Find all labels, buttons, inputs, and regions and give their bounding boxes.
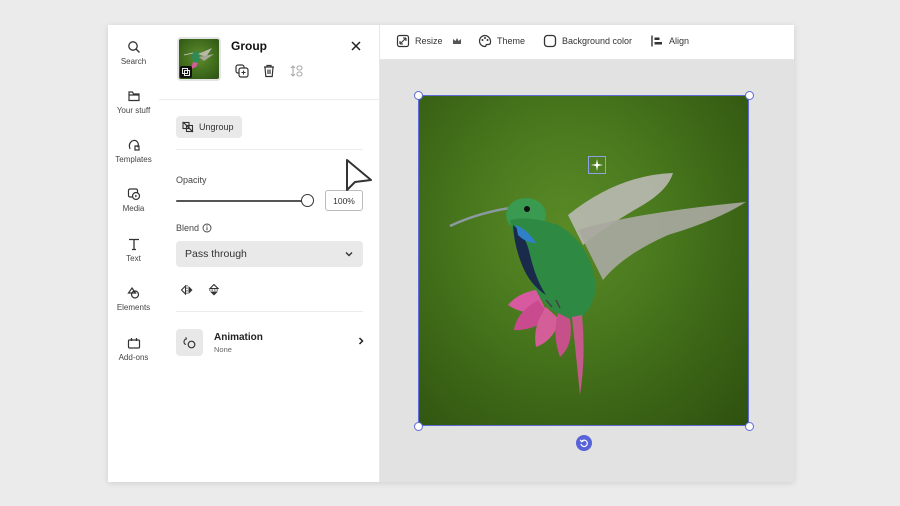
resize-handle-top-left[interactable] <box>414 91 423 100</box>
blend-label-row: Blend <box>176 223 212 233</box>
animation-value: None <box>214 345 232 354</box>
divider <box>176 311 363 312</box>
divider <box>176 149 363 150</box>
theme-label: Theme <box>497 36 526 46</box>
background-color-button[interactable]: Background color <box>543 34 632 48</box>
opacity-input[interactable]: 100% <box>325 190 363 211</box>
chevron-right-icon[interactable] <box>356 336 366 346</box>
rail-label: Media <box>122 204 145 213</box>
blend-mode-value: Pass through <box>185 248 247 260</box>
opacity-label: Opacity <box>176 175 207 185</box>
left-rail: Search Your stuff Templates Media Text E… <box>108 25 160 482</box>
layer-order-icon[interactable] <box>289 63 305 79</box>
animation-tile[interactable] <box>176 329 203 356</box>
flip-vertical-icon[interactable] <box>207 283 221 297</box>
theme-button[interactable]: Theme <box>478 34 525 48</box>
addons-icon <box>127 338 140 349</box>
align-button[interactable]: Align <box>650 34 689 48</box>
rail-label: Text <box>126 254 141 263</box>
media-icon <box>127 188 140 201</box>
folder-icon <box>127 91 140 102</box>
rail-label: Add-ons <box>118 353 149 362</box>
align-label: Align <box>669 36 690 46</box>
sparkle-element[interactable] <box>588 156 606 174</box>
opacity-slider-track[interactable] <box>176 200 308 202</box>
resize-handle-bottom-left[interactable] <box>414 422 423 431</box>
info-icon[interactable] <box>202 223 212 233</box>
sparkle-icon <box>591 159 603 171</box>
background-color-label: Background color <box>562 36 633 46</box>
premium-crown-icon <box>452 38 461 44</box>
close-icon[interactable] <box>349 39 363 53</box>
rail-label: Elements <box>116 303 151 312</box>
chevron-down-icon <box>345 252 353 257</box>
panel-title: Group <box>231 39 267 53</box>
animation-icon <box>182 336 195 348</box>
rotate-button[interactable] <box>576 435 592 451</box>
resize-icon <box>396 34 410 48</box>
hummingbird-illustration <box>449 173 746 395</box>
blend-mode-select[interactable]: Pass through <box>176 241 363 267</box>
rail-label: Templates <box>115 155 152 164</box>
animation-title[interactable]: Animation <box>214 332 263 343</box>
text-icon <box>128 238 139 251</box>
rotate-icon <box>579 439 588 448</box>
elements-icon <box>126 286 139 299</box>
properties-panel: Group Ungroup Opacity 100% Blend Pass th… <box>159 25 380 482</box>
hummingbird-image[interactable] <box>418 95 749 426</box>
ungroup-label: Ungroup <box>199 122 234 132</box>
canvas-area <box>380 60 794 482</box>
delete-icon[interactable] <box>261 63 277 79</box>
flip-horizontal-icon[interactable] <box>180 283 194 297</box>
resize-button[interactable]: Resize <box>396 34 463 48</box>
rail-label: Search <box>120 57 147 66</box>
canvas-toolbar: Resize Theme Background color Align <box>380 25 794 60</box>
templates-icon <box>128 139 140 151</box>
ungroup-icon <box>182 121 194 133</box>
rail-item-your-stuff[interactable]: Your stuff <box>108 89 159 115</box>
blend-label: Blend <box>176 223 200 233</box>
ungroup-button[interactable]: Ungroup <box>176 116 242 138</box>
opacity-slider-thumb[interactable] <box>301 194 314 207</box>
rail-item-search[interactable]: Search <box>108 40 159 66</box>
rail-item-media[interactable]: Media <box>108 187 159 213</box>
rail-item-text[interactable]: Text <box>108 237 159 263</box>
resize-handle-top-right[interactable] <box>745 91 754 100</box>
resize-handle-bottom-right[interactable] <box>745 422 754 431</box>
rail-item-templates[interactable]: Templates <box>108 138 159 164</box>
resize-label: Resize <box>415 36 443 46</box>
rail-label: Your stuff <box>116 106 151 115</box>
rail-item-elements[interactable]: Elements <box>108 286 159 312</box>
divider <box>159 99 379 100</box>
group-thumbnail <box>177 37 221 81</box>
align-left-icon <box>651 35 662 47</box>
palette-icon <box>478 34 492 48</box>
duplicate-icon[interactable] <box>234 63 250 79</box>
search-icon <box>127 41 140 53</box>
app-window: Search Your stuff Templates Media Text E… <box>108 25 794 482</box>
color-swatch-icon <box>543 34 557 48</box>
group-badge-icon <box>180 66 192 78</box>
rail-item-add-ons[interactable]: Add-ons <box>108 336 159 362</box>
